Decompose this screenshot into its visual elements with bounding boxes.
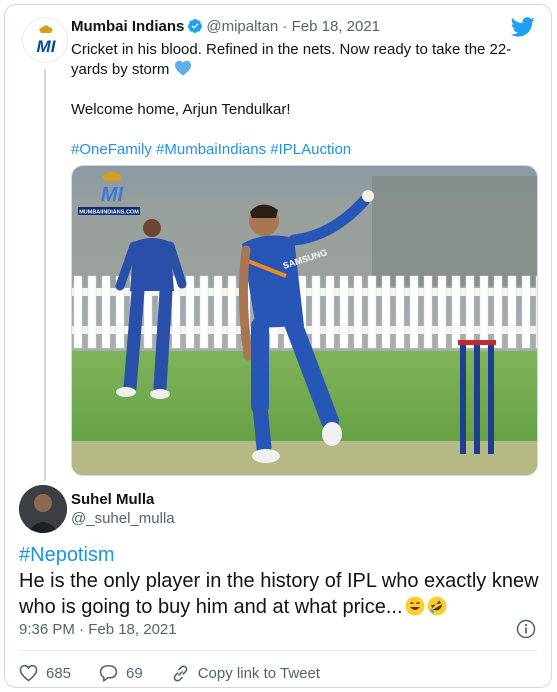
profile-photo-icon: [19, 485, 67, 533]
quoted-tweet-header: Mumbai Indians @mipaltan · Feb 18, 2021: [71, 17, 541, 37]
fence-picket: [227, 275, 237, 349]
hashtags[interactable]: #OneFamily #MumbaiIndians #IPLAuction: [71, 140, 541, 160]
svg-text:MI: MI: [101, 184, 124, 206]
reply-button[interactable]: 69: [99, 664, 143, 682]
tweet-actions: 685 69 Copy link to Tweet: [19, 661, 348, 685]
fence-picket: [521, 275, 531, 349]
thread-line: [44, 69, 46, 481]
grinning-emoji: [405, 596, 425, 616]
fence-picket: [339, 275, 349, 349]
tweet-timestamp[interactable]: 9:36 PM · Feb 18, 2021: [19, 621, 177, 638]
like-button[interactable]: 685: [19, 664, 71, 682]
fence-picket: [185, 275, 195, 349]
fence-picket: [437, 275, 447, 349]
like-count: 685: [46, 664, 72, 682]
hashtag-nepotism[interactable]: #Nepotism: [19, 542, 539, 568]
heart-outline-icon: [19, 664, 38, 682]
fence-picket: [381, 275, 391, 349]
fence-picket: [353, 275, 363, 349]
reply-text: He is the only player in the history of …: [19, 570, 539, 618]
fence-picket: [451, 275, 461, 349]
reply-handle[interactable]: @_suhel_mulla: [71, 509, 175, 528]
comment-icon: [99, 665, 118, 682]
rofl-emoji: [427, 596, 447, 616]
blue-heart-emoji: [174, 60, 191, 76]
mumbai-indians-avatar[interactable]: MI: [22, 17, 68, 63]
tweet-card: MI Mumbai Indians @mipaltan · Feb 18, 202…: [4, 4, 552, 688]
fence-picket: [101, 275, 111, 349]
stumps: [458, 340, 496, 454]
fence-picket: [535, 275, 537, 349]
reply-count: 69: [126, 664, 143, 682]
fence-picket: [409, 275, 419, 349]
fence-picket: [465, 275, 475, 349]
fence-picket: [87, 275, 97, 349]
svg-text:MI: MI: [37, 37, 57, 56]
fence-picket: [311, 275, 321, 349]
fence-picket: [395, 275, 405, 349]
tweet-text-line-1: Cricket in his blood. Refined in the net…: [71, 41, 512, 78]
tweet-photo[interactable]: SAMSUNG MI MUMBAIINDIANS.COM: [71, 165, 538, 476]
link-icon: [173, 664, 188, 682]
fence-picket: [423, 275, 433, 349]
reply-tweet-text: #Nepotism He is the only player in the h…: [19, 542, 539, 620]
reply-display-name[interactable]: Suhel Mulla: [71, 490, 175, 509]
quoted-tweet-text: Cricket in his blood. Refined in the net…: [71, 40, 541, 160]
fence-picket: [507, 275, 517, 349]
quoted-tweet[interactable]: Mumbai Indians @mipaltan · Feb 18, 2021 C…: [71, 17, 541, 160]
mi-logo-icon: MI: [37, 25, 57, 56]
reply-author[interactable]: Suhel Mulla @_suhel_mulla: [71, 490, 175, 528]
copy-link-button[interactable]: Copy link to Tweet: [171, 664, 320, 683]
fence-picket: [213, 275, 223, 349]
divider: [19, 650, 537, 651]
fence-picket: [493, 275, 503, 349]
copy-link-label: Copy link to Tweet: [197, 664, 321, 682]
fence-picket: [479, 275, 489, 349]
fence-picket: [73, 275, 83, 349]
display-name[interactable]: Mumbai Indians: [71, 18, 184, 35]
fence-picket: [325, 275, 335, 349]
fence-picket: [199, 275, 209, 349]
watermark-text: MUMBAIINDIANS.COM: [79, 210, 139, 216]
handle[interactable]: @mipaltan: [206, 18, 278, 35]
tweet-text-line-2: Welcome home, Arjun Tendulkar!: [71, 101, 291, 118]
tweet-date[interactable]: Feb 18, 2021: [292, 18, 380, 35]
fence-picket: [367, 275, 377, 349]
info-icon[interactable]: [516, 619, 536, 639]
verified-badge-icon: [188, 19, 203, 33]
separator: ·: [282, 18, 288, 35]
suhel-mulla-avatar[interactable]: [19, 485, 67, 533]
cricket-bowler-photo: SAMSUNG MI MUMBAIINDIANS.COM: [72, 166, 537, 475]
